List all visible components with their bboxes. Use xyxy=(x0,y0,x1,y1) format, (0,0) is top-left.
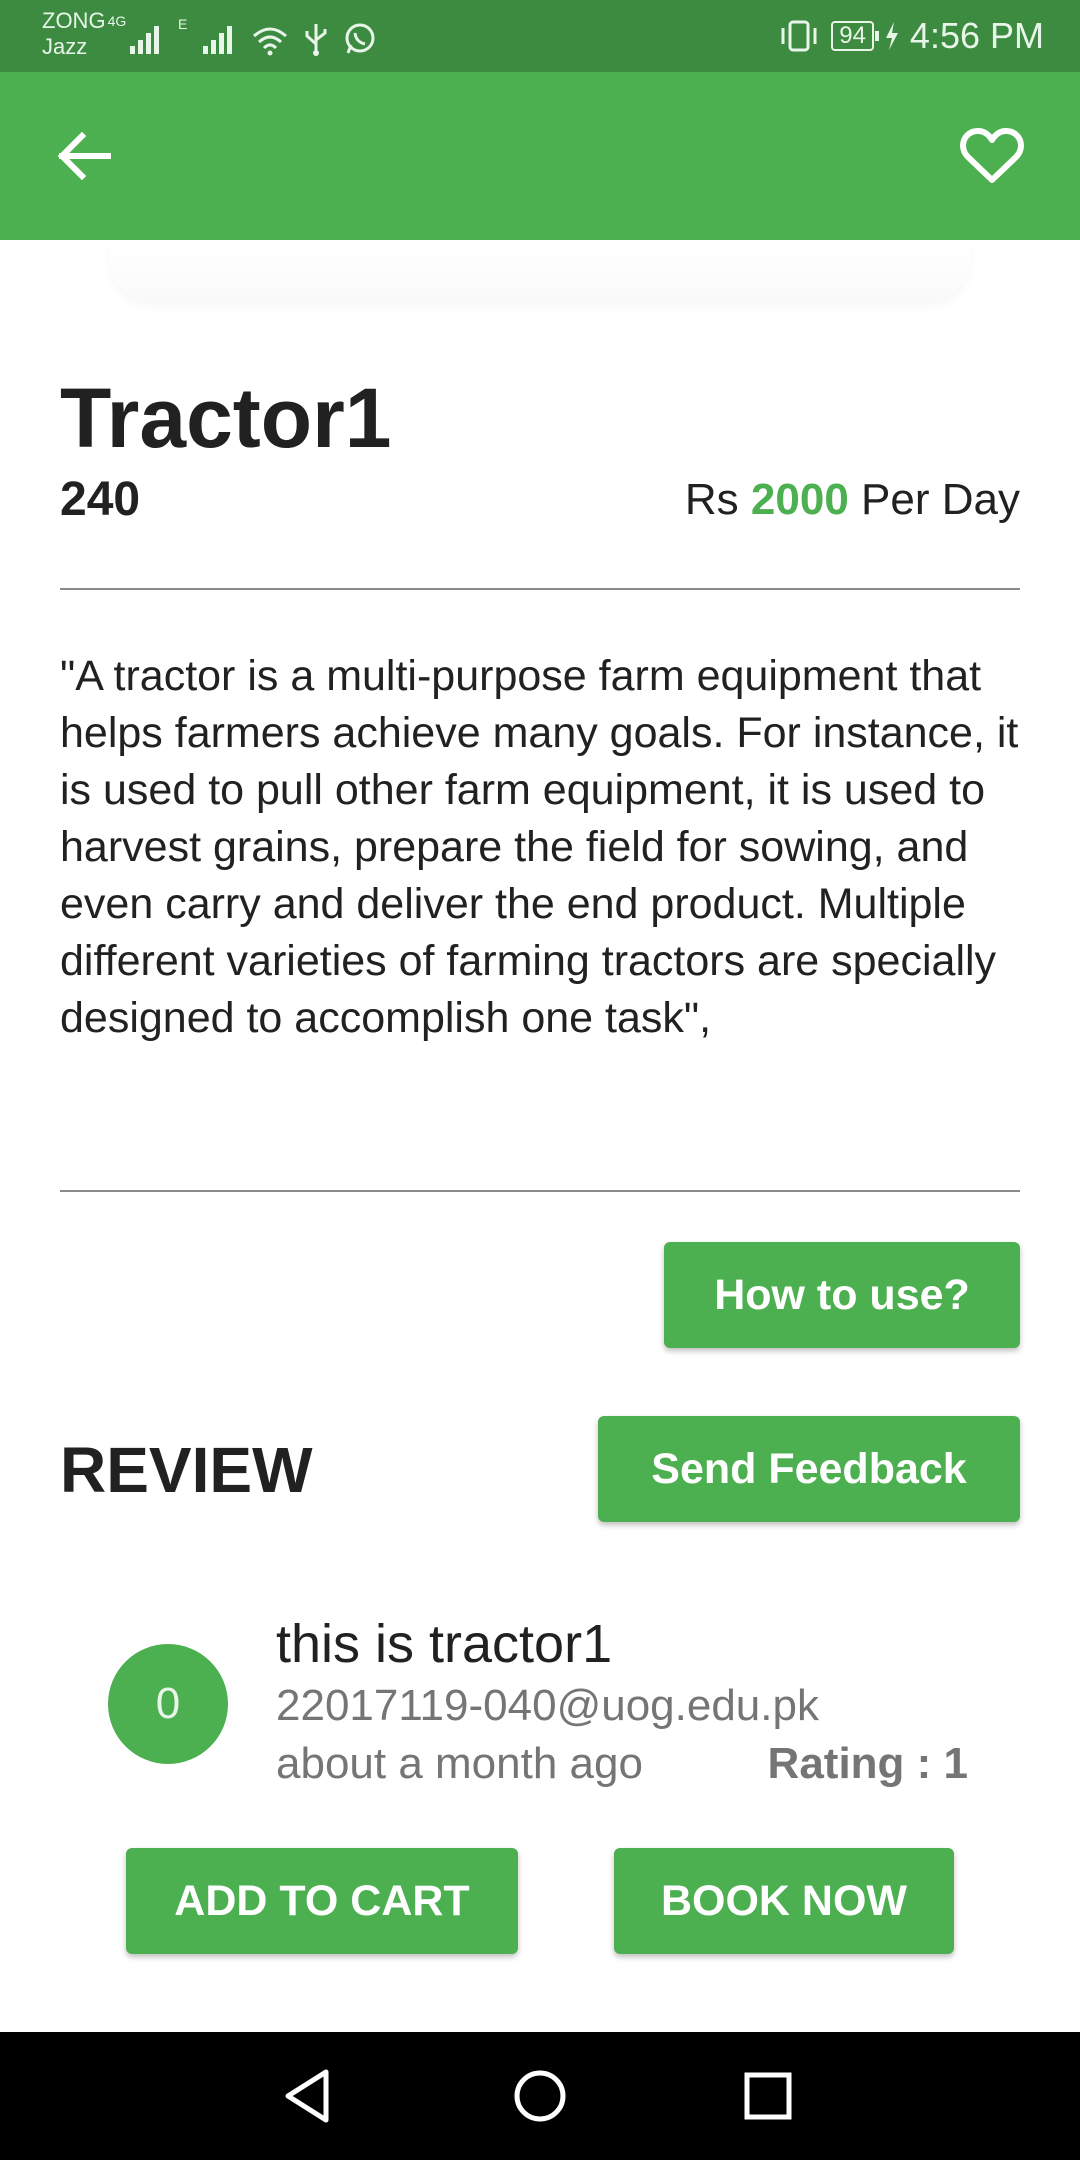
price-label: Rs 2000 Per Day xyxy=(685,470,1020,530)
nav-recent-button[interactable] xyxy=(732,2060,804,2132)
app-bar xyxy=(0,72,1080,240)
add-to-cart-button[interactable]: ADD TO CART xyxy=(126,1848,518,1954)
status-time: 4:56 PM xyxy=(909,15,1044,56)
nav-home-icon xyxy=(514,2070,566,2122)
divider xyxy=(60,588,1020,590)
product-title: Tractor1 xyxy=(60,371,392,465)
wifi-icon xyxy=(253,27,288,56)
battery-icon: 94 xyxy=(831,21,879,51)
price-suffix: Per Day xyxy=(861,475,1020,524)
network-type-secondary: E xyxy=(178,16,188,32)
status-bar: ZONG 4G Jazz E 94 4:56 PM xyxy=(0,0,1080,72)
send-feedback-button[interactable]: Send Feedback xyxy=(598,1416,1020,1522)
price-prefix: Rs xyxy=(684,475,739,524)
product-image-placeholder xyxy=(110,240,970,300)
back-arrow-icon xyxy=(57,131,111,181)
product-id: 240 xyxy=(60,473,141,526)
signal-icon xyxy=(130,26,159,54)
review-rating: Rating : 1 xyxy=(767,1739,968,1788)
status-right: 94 4:56 PM xyxy=(777,12,1044,60)
usb-icon xyxy=(305,24,327,56)
carrier-secondary: Jazz xyxy=(42,34,88,59)
navigation-bar xyxy=(0,2032,1080,2160)
review-text: this is tractor1 xyxy=(276,1614,613,1674)
avatar: 0 xyxy=(108,1644,228,1764)
status-icons: E xyxy=(128,16,377,56)
product-description: "A tractor is a multi-purpose farm equip… xyxy=(60,652,1019,1042)
review-heading: REVIEW xyxy=(60,1434,313,1506)
charging-icon xyxy=(885,22,898,50)
divider xyxy=(60,1190,1020,1192)
favorite-button[interactable] xyxy=(958,122,1026,190)
review-time: about a month ago xyxy=(276,1739,643,1788)
carrier-primary: ZONG xyxy=(42,8,106,33)
book-now-button[interactable]: BOOK NOW xyxy=(614,1848,954,1954)
carrier-info: ZONG 4G Jazz xyxy=(42,8,126,60)
network-type: 4G xyxy=(107,13,127,29)
signal-icon xyxy=(203,26,233,54)
nav-home-button[interactable] xyxy=(504,2060,576,2132)
nav-back-button[interactable] xyxy=(272,2060,344,2132)
review-email: 22017119-040@uog.edu.pk xyxy=(276,1681,819,1730)
price-amount: 2000 xyxy=(750,475,849,524)
vibrate-icon xyxy=(781,20,817,52)
nav-recent-icon xyxy=(744,2072,792,2120)
whatsapp-icon xyxy=(345,23,375,54)
nav-back-icon xyxy=(285,2069,329,2123)
back-button[interactable] xyxy=(50,122,118,190)
heart-outline-icon xyxy=(960,128,1024,183)
how-to-use-button[interactable]: How to use? xyxy=(664,1242,1020,1348)
